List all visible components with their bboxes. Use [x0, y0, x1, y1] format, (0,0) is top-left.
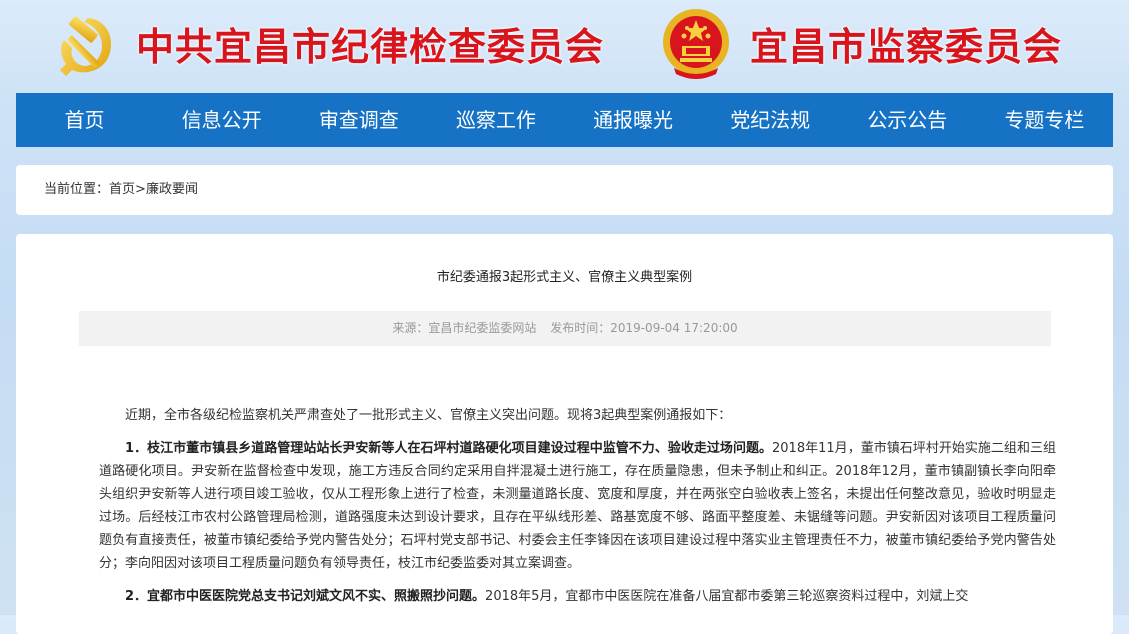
nav-item-review-investigation[interactable]: 审查调查	[290, 93, 427, 147]
party-emblem-icon	[60, 16, 112, 76]
breadcrumb-current-link[interactable]: 廉政要闻	[146, 182, 198, 197]
supervision-title: 宜昌市监察委员会	[750, 25, 1063, 69]
article-body: 近期，全市各级纪检监察机关严肃查处了一批形式主义、官僚主义突出问题。现将3起典型…	[99, 404, 1056, 618]
breadcrumb-separator: >	[135, 182, 146, 197]
national-emblem-icon	[663, 9, 729, 79]
nav-item-regulations[interactable]: 党纪法规	[702, 93, 839, 147]
case-2-paragraph: 2．宜都市中医医院党总支书记刘斌文风不实、照搬照抄问题。2018年5月，宜都市中…	[99, 585, 1056, 608]
breadcrumb: 当前位置：首页>廉政要闻	[16, 165, 1113, 215]
article-panel: 市纪委通报3起形式主义、官僚主义典型案例 来源：宜昌市纪委监委网站 发布时间：2…	[16, 234, 1113, 634]
nav-item-home[interactable]: 首页	[16, 93, 153, 147]
case-1-heading: 1．枝江市董市镇县乡道路管理站站长尹安新等人在石坪村道路硬化项目建设过程中监管不…	[125, 441, 772, 456]
case-2-heading: 2．宜都市中医医院党总支书记刘斌文风不实、照搬照抄问题。	[125, 589, 486, 604]
breadcrumb-label: 当前位置：	[44, 182, 110, 197]
article-meta: 来源：宜昌市纪委监委网站 发布时间：2019-09-04 17:20:00	[79, 311, 1051, 346]
case-1-body: 2018年11月，董市镇石坪村开始实施二组和三组道路硬化项目。尹安新在监督检查中…	[99, 441, 1056, 571]
article-source: 来源：宜昌市纪委监委网站	[392, 321, 537, 335]
nav-item-exposure[interactable]: 通报曝光	[565, 93, 702, 147]
main-nav: 首页 信息公开 审查调查 巡察工作 通报曝光 党纪法规 公示公告 专题专栏	[16, 93, 1113, 147]
article-title: 市纪委通报3起形式主义、官僚主义典型案例	[436, 270, 693, 285]
commission-title: 中共宜昌市纪律检查委员会	[136, 25, 605, 69]
case-2-body: 2018年5月，宜都市中医医院在准备八届宜都市委第三轮巡察资料过程中，刘斌上交	[485, 589, 969, 604]
site-banner: 中共宜昌市纪律检查委员会 宜昌市监察委员会	[0, 0, 1129, 92]
breadcrumb-home-link[interactable]: 首页	[109, 182, 135, 197]
article-intro: 近期，全市各级纪检监察机关严肃查处了一批形式主义、官僚主义突出问题。现将3起典型…	[125, 408, 732, 423]
case-1-paragraph: 1．枝江市董市镇县乡道路管理站站长尹安新等人在石坪村道路硬化项目建设过程中监管不…	[99, 437, 1056, 575]
article-publish-time: 发布时间：2019-09-04 17:20:00	[550, 321, 738, 335]
nav-item-info-disclosure[interactable]: 信息公开	[153, 93, 290, 147]
nav-item-special-topics[interactable]: 专题专栏	[976, 93, 1113, 147]
nav-item-announcements[interactable]: 公示公告	[839, 93, 976, 147]
nav-item-inspection[interactable]: 巡察工作	[427, 93, 564, 147]
